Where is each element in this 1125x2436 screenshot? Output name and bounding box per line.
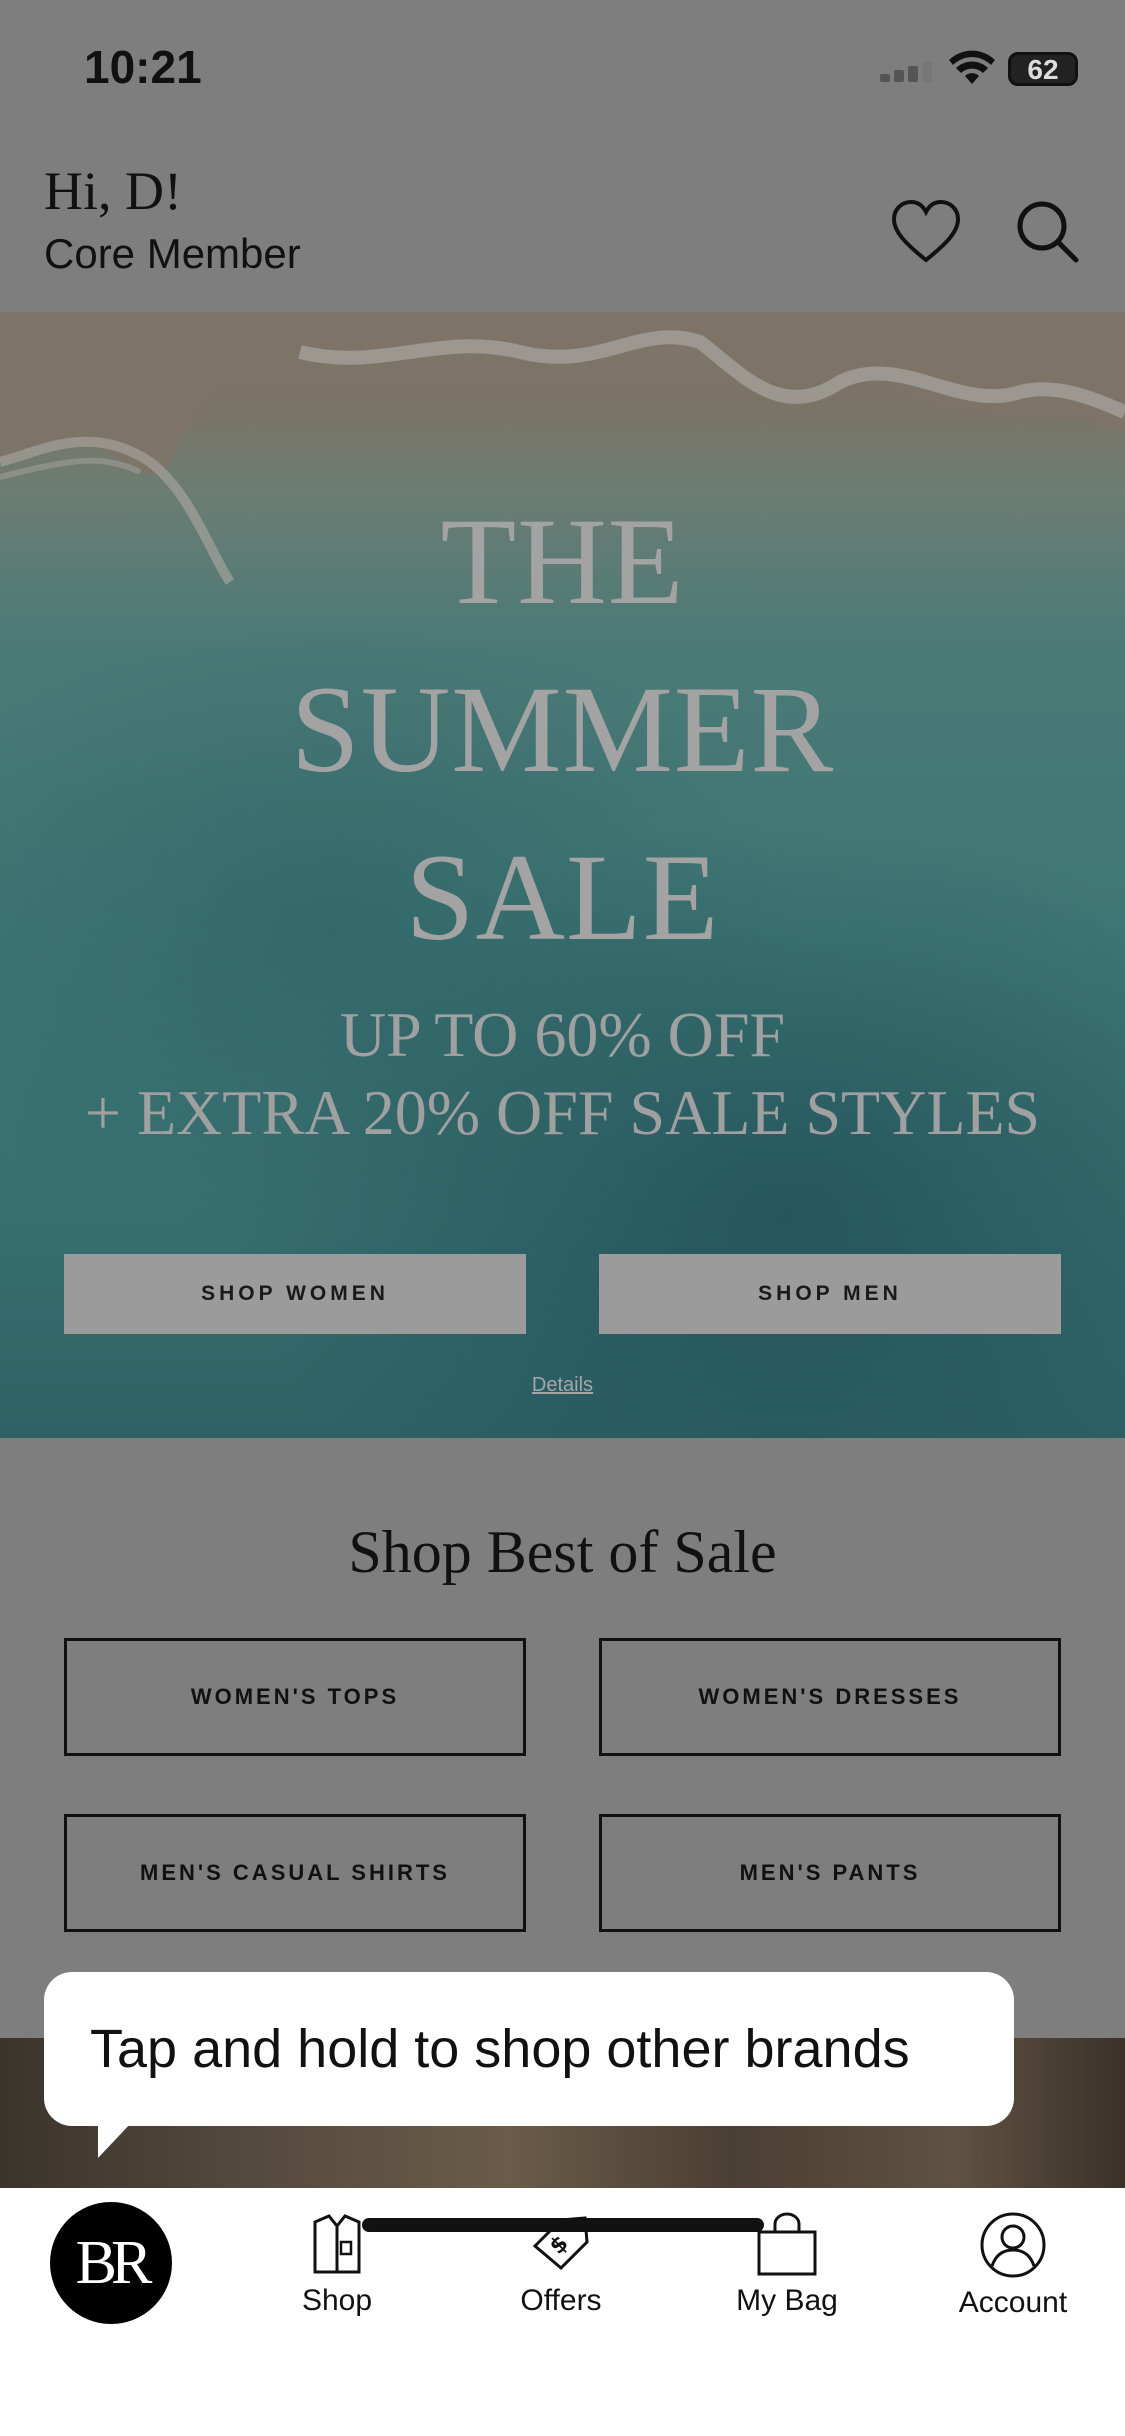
greeting: Hi, D! bbox=[44, 161, 182, 221]
battery-icon: 62 bbox=[1008, 52, 1078, 86]
shirt-icon bbox=[313, 2214, 361, 2274]
member-tier: Core Member bbox=[44, 230, 301, 277]
brand-switch-tooltip: Tap and hold to shop other brands bbox=[44, 1972, 1014, 2126]
shop-men-button[interactable]: SHOP MEN bbox=[599, 1254, 1061, 1334]
womens-dresses-button[interactable]: WOMEN'S DRESSES bbox=[599, 1638, 1061, 1756]
summer-sale-banner[interactable]: THE SUMMER SALE UP TO 60% OFF + EXTRA 20… bbox=[0, 312, 1125, 1438]
hero-offer-line-1: UP TO 60% OFF bbox=[339, 999, 786, 1070]
favorites-heart-icon[interactable] bbox=[886, 192, 966, 272]
hero-title-line-3: SALE bbox=[405, 829, 720, 966]
app-header: Hi, D! Core Member bbox=[0, 140, 1125, 312]
tab-my-bag-label: My Bag bbox=[736, 2284, 838, 2317]
tab-shop-label: Shop bbox=[301, 2284, 373, 2317]
tooltip-pointer bbox=[98, 2122, 132, 2158]
mens-pants-button[interactable]: MEN'S PANTS bbox=[599, 1814, 1061, 1932]
section-title: Shop Best of Sale bbox=[348, 1519, 777, 1585]
womens-tops-button[interactable]: WOMEN'S TOPS bbox=[64, 1638, 526, 1756]
cellular-signal-icon bbox=[880, 60, 936, 82]
account-icon bbox=[980, 2212, 1046, 2278]
wifi-icon bbox=[949, 50, 995, 84]
hero-offer-line-2: + EXTRA 20% OFF SALE STYLES bbox=[84, 1077, 1041, 1148]
status-bar: 10:21 62 bbox=[0, 0, 1125, 140]
mens-casual-shirts-button[interactable]: MEN'S CASUAL SHIRTS bbox=[64, 1814, 526, 1932]
tab-account[interactable]: Account bbox=[928, 2212, 1098, 2332]
battery-level: 62 bbox=[1027, 54, 1059, 85]
shop-women-button[interactable]: SHOP WOMEN bbox=[64, 1254, 526, 1334]
svg-text:$: $ bbox=[545, 2231, 574, 2260]
brand-logo-button[interactable]: BR bbox=[50, 2202, 172, 2324]
status-time: 10:21 bbox=[84, 41, 202, 93]
search-icon[interactable] bbox=[1008, 192, 1088, 272]
hero-title-line-1: THE bbox=[440, 493, 685, 630]
details-link[interactable]: Details bbox=[0, 1374, 1125, 1397]
tooltip-text: Tap and hold to shop other brands bbox=[90, 2019, 910, 2079]
home-indicator[interactable] bbox=[362, 2218, 764, 2232]
shopping-bag-icon bbox=[757, 2212, 817, 2276]
hero-title-line-2: SUMMER bbox=[290, 661, 835, 798]
tab-offers-label: Offers bbox=[520, 2284, 602, 2317]
tab-account-label: Account bbox=[958, 2286, 1068, 2319]
